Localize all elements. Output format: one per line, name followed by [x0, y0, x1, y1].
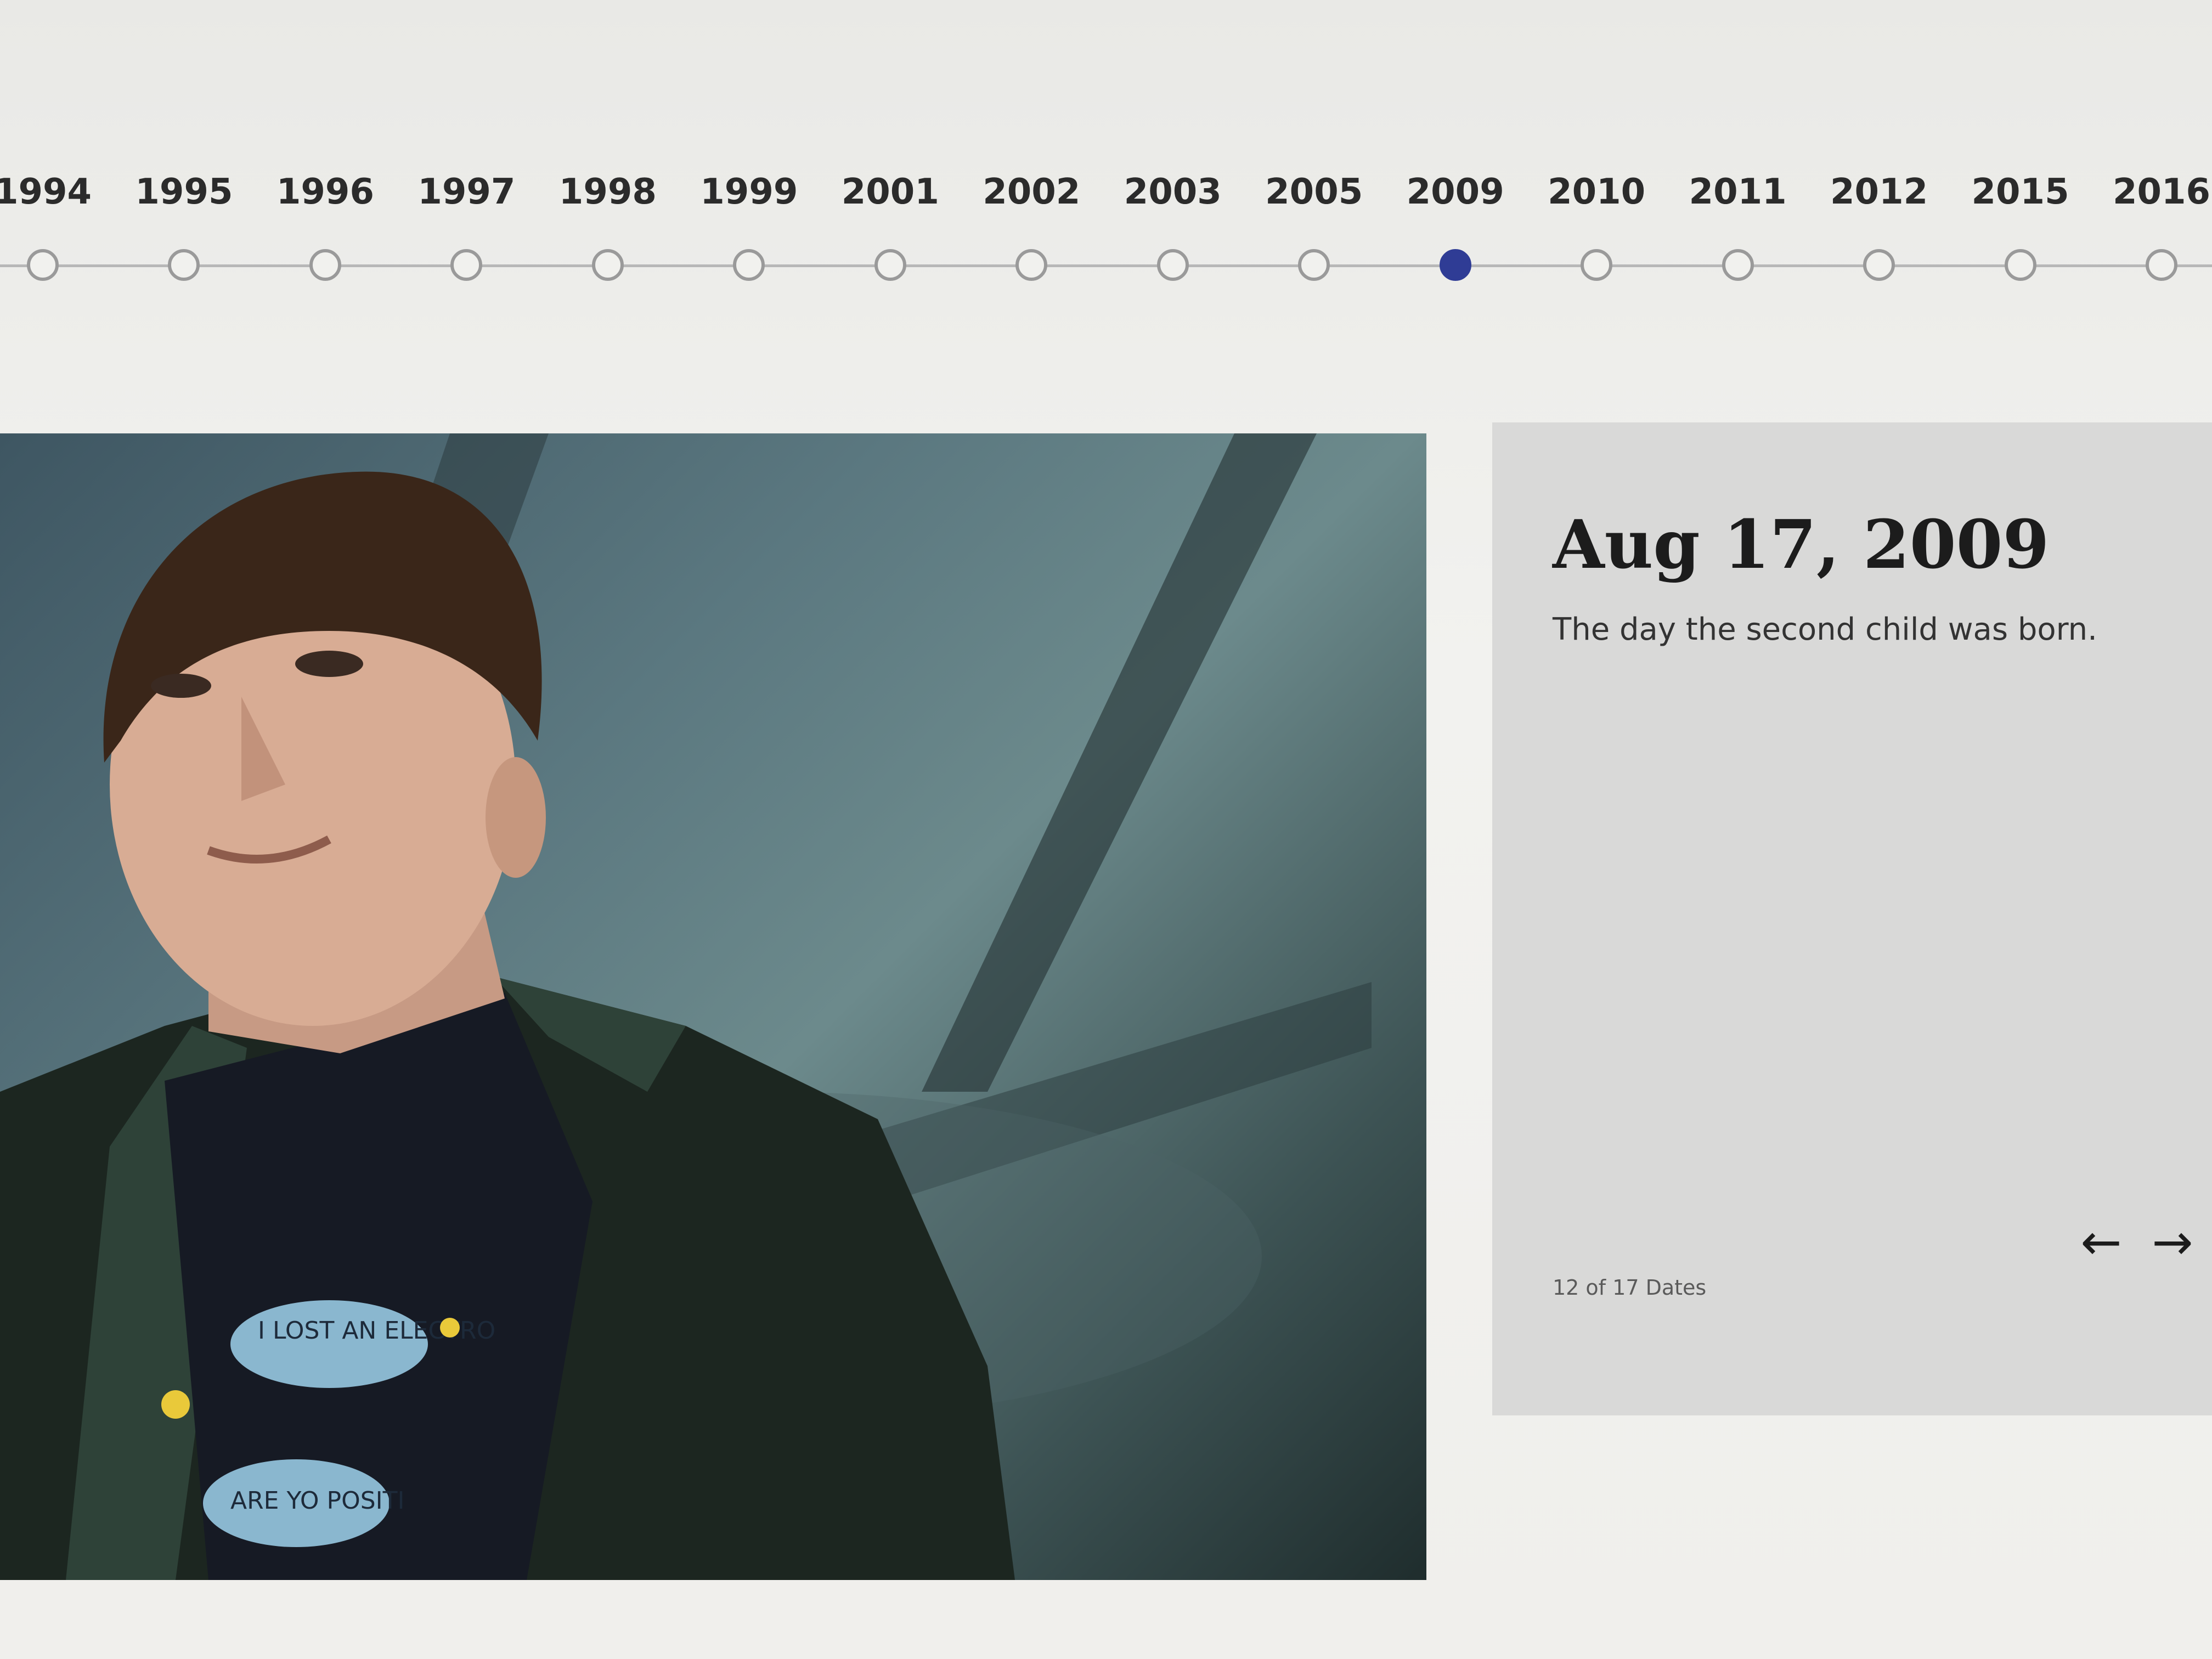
shirt-text-bottom: ARE YO POSITI — [230, 1487, 404, 1515]
event-photo: I LOST AN ELECTRO ARE YO POSITI — [0, 433, 1426, 1580]
timeline-year-label: 1995 — [135, 172, 233, 212]
timeline-year-2009[interactable]: 2009 — [1401, 165, 1510, 281]
timeline-year-label: 2001 — [841, 172, 939, 212]
timeline-year-label: 1998 — [558, 172, 657, 212]
timeline-year-1999[interactable]: 1999 — [694, 165, 804, 281]
photo-illustration: I LOST AN ELECTRO ARE YO POSITI — [0, 433, 1372, 1580]
timeline-dot[interactable] — [450, 249, 483, 281]
timeline-year-1997[interactable]: 1997 — [411, 165, 521, 281]
timeline-year-2002[interactable]: 2002 — [977, 165, 1086, 281]
timeline-year-2001[interactable]: 2001 — [836, 165, 945, 281]
event-date: Aug 17, 2009 — [1553, 505, 2050, 584]
timeline-year-1995[interactable]: 1995 — [129, 165, 239, 281]
timeline-dot[interactable] — [2146, 249, 2177, 281]
timeline-year-2015[interactable]: 2015 — [1966, 165, 2075, 281]
timeline-year-label: 2016 — [2112, 172, 2211, 212]
timeline-dot[interactable] — [591, 249, 624, 281]
date-counter: 12 of 17 Dates — [1553, 1276, 1707, 1300]
timeline-year-1996[interactable]: 1996 — [270, 165, 380, 281]
timeline-year-label: 1999 — [700, 172, 798, 212]
timeline-year-label: 2011 — [1689, 172, 1787, 212]
timeline-year-2005[interactable]: 2005 — [1259, 165, 1369, 281]
timeline-dot[interactable] — [733, 249, 765, 281]
timeline-dot[interactable] — [1015, 249, 1048, 281]
timeline-year-label: 2012 — [1830, 172, 1928, 212]
event-description: The day the second child was born. — [1553, 612, 2097, 647]
timeline-year-label: 2005 — [1265, 172, 1363, 212]
timeline-year-1998[interactable]: 1998 — [553, 165, 663, 281]
timeline-page: 1994 1995 1996 1997 1998 1999 2001 2002 2003 2005… — [0, 0, 2212, 1659]
timeline-year-label: 2009 — [1406, 172, 1504, 212]
timeline-year-label: 1997 — [417, 172, 516, 212]
timeline-dot[interactable] — [874, 249, 906, 281]
timeline-year-label: 2010 — [1548, 172, 1646, 212]
timeline-year-2012[interactable]: 2012 — [1824, 165, 1934, 281]
timeline-dot[interactable] — [2004, 249, 2036, 281]
timeline-year-2016[interactable]: 2016 — [2107, 165, 2212, 281]
timeline-year-label: 2015 — [1971, 172, 2069, 212]
timeline-dot[interactable] — [1863, 249, 1895, 281]
shirt-text-top: I LOST AN ELECTRO — [258, 1317, 495, 1345]
prev-arrow-icon[interactable]: ← — [2071, 1212, 2131, 1273]
timeline-dot[interactable] — [1722, 249, 1754, 281]
timeline-dot[interactable] — [309, 249, 341, 281]
timeline-dot[interactable] — [1298, 249, 1330, 281]
next-arrow-icon[interactable]: → — [2142, 1212, 2203, 1273]
timeline-year-label: 2002 — [983, 172, 1081, 212]
event-panel: Aug 17, 2009 The day the second child wa… — [1492, 422, 2212, 1415]
timeline-dot[interactable] — [1156, 249, 1189, 281]
timeline-dot[interactable] — [1581, 249, 1613, 281]
timeline-dot[interactable] — [27, 249, 59, 281]
timeline-year-1994[interactable]: 1994 — [0, 165, 98, 281]
timeline-year-label: 1996 — [276, 172, 374, 212]
timeline-year-2011[interactable]: 2011 — [1683, 165, 1793, 281]
timeline-year-2003[interactable]: 2003 — [1118, 165, 1228, 281]
timeline-dot-active[interactable] — [1439, 249, 1471, 281]
timeline-year-2010[interactable]: 2010 — [1542, 165, 1651, 281]
timeline-dot[interactable] — [168, 249, 200, 281]
timeline-year-label: 2003 — [1124, 172, 1222, 212]
year-timeline: 1994 1995 1996 1997 1998 1999 2001 2002 2003 2005… — [0, 165, 2212, 329]
timeline-year-label: 1994 — [0, 172, 92, 212]
